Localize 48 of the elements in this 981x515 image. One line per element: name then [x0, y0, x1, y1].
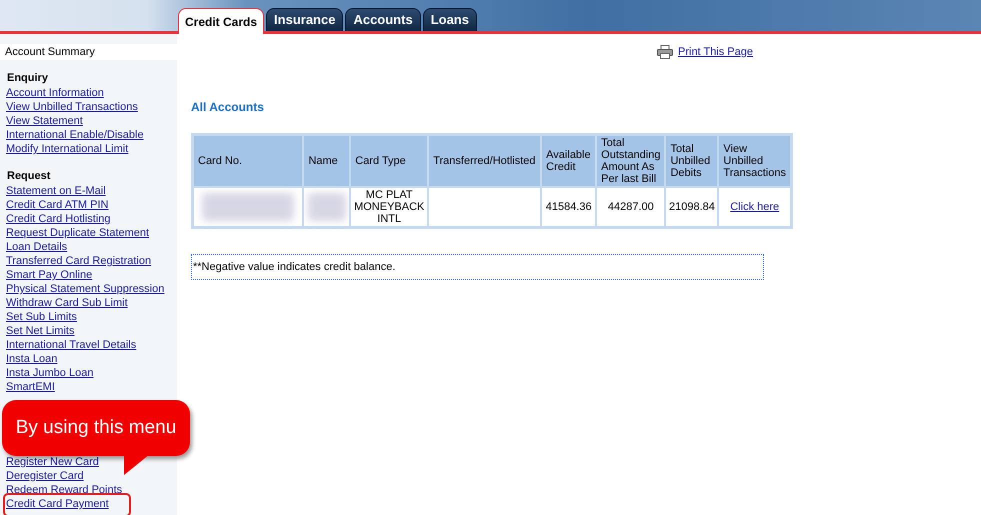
sidebar-link[interactable]: International Enable/Disable — [6, 129, 144, 141]
sidebar-link[interactable]: SmartEMI — [6, 381, 55, 393]
print-link[interactable]: Print This Page — [678, 44, 754, 60]
sidebar-item[interactable]: Account Summary — [0, 44, 177, 60]
column-header: View Unbilled Transactions — [718, 134, 792, 186]
section-heading: Enquiry — [6, 71, 49, 86]
column-header: Available Credit — [541, 134, 596, 186]
sidebar-link[interactable]: International Travel Details — [6, 339, 136, 351]
table-cell: 21098.84 — [668, 200, 715, 213]
column-header: Name — [303, 134, 350, 186]
table-cell: MC PLAT MONEYBACK INTL — [354, 188, 424, 225]
table-cell: 44287.00 — [608, 200, 654, 213]
tab[interactable]: Insurance — [266, 8, 344, 31]
sidebar-link[interactable]: Physical Statement Suppression — [6, 283, 164, 295]
sidebar-link[interactable]: Register New Card — [6, 456, 99, 468]
sidebar-link[interactable]: Account Information — [6, 87, 104, 99]
sidebar-link[interactable]: Set Net Limits — [6, 325, 74, 337]
sidebar-link[interactable]: Modify International Limit — [6, 143, 128, 155]
column-header: Total Outstanding Amount As Per last Bill — [596, 134, 666, 186]
sidebar-link[interactable]: Credit Card Hotlisting — [6, 213, 111, 225]
tab[interactable]: Accounts — [345, 8, 421, 31]
sidebar-link[interactable]: Insta Jumbo Loan — [6, 367, 94, 379]
sidebar-link[interactable]: Deregister Card — [6, 470, 84, 482]
sidebar-link[interactable]: Smart Pay Online — [6, 269, 92, 281]
column-header: Card Type — [350, 134, 428, 186]
section-heading: Request — [6, 169, 52, 184]
sidebar-link[interactable]: Credit Card Payment — [6, 498, 109, 510]
sidebar-link[interactable]: View Unbilled Transactions — [6, 101, 138, 113]
column-header: Transferred/Hotlisted — [428, 134, 542, 186]
column-header: Card No. — [192, 134, 304, 186]
sidebar-link[interactable]: Request Duplicate Statement — [6, 227, 150, 239]
tab[interactable]: Credit Cards — [178, 8, 264, 34]
sidebar-link[interactable]: Withdraw Card Sub Limit — [6, 297, 128, 309]
section-title: All Accounts — [191, 99, 264, 116]
sidebar-link[interactable]: View Statement — [6, 115, 83, 127]
tab[interactable]: Loans — [422, 8, 477, 31]
note-text: **Negative value indicates credit balance. — [193, 260, 396, 275]
printer-icon[interactable] — [657, 45, 673, 60]
column-header: Total Unbilled Debits — [665, 134, 718, 186]
callout: By using this menu — [2, 400, 190, 456]
sidebar-link[interactable]: Redeem Reward Points — [6, 484, 122, 496]
sidebar-link[interactable]: Credit Card ATM PIN — [6, 199, 108, 211]
table-cell: 41584.36 — [546, 200, 592, 213]
sidebar-link[interactable]: Transferred Card Registration — [6, 255, 152, 267]
sidebar-link[interactable]: Loan Details — [6, 241, 68, 253]
sidebar-link[interactable]: Statement on E-Mail — [6, 185, 106, 197]
sidebar-link[interactable]: Insta Loan — [6, 353, 58, 365]
sidebar-link[interactable]: Set Sub Limits — [6, 311, 77, 323]
